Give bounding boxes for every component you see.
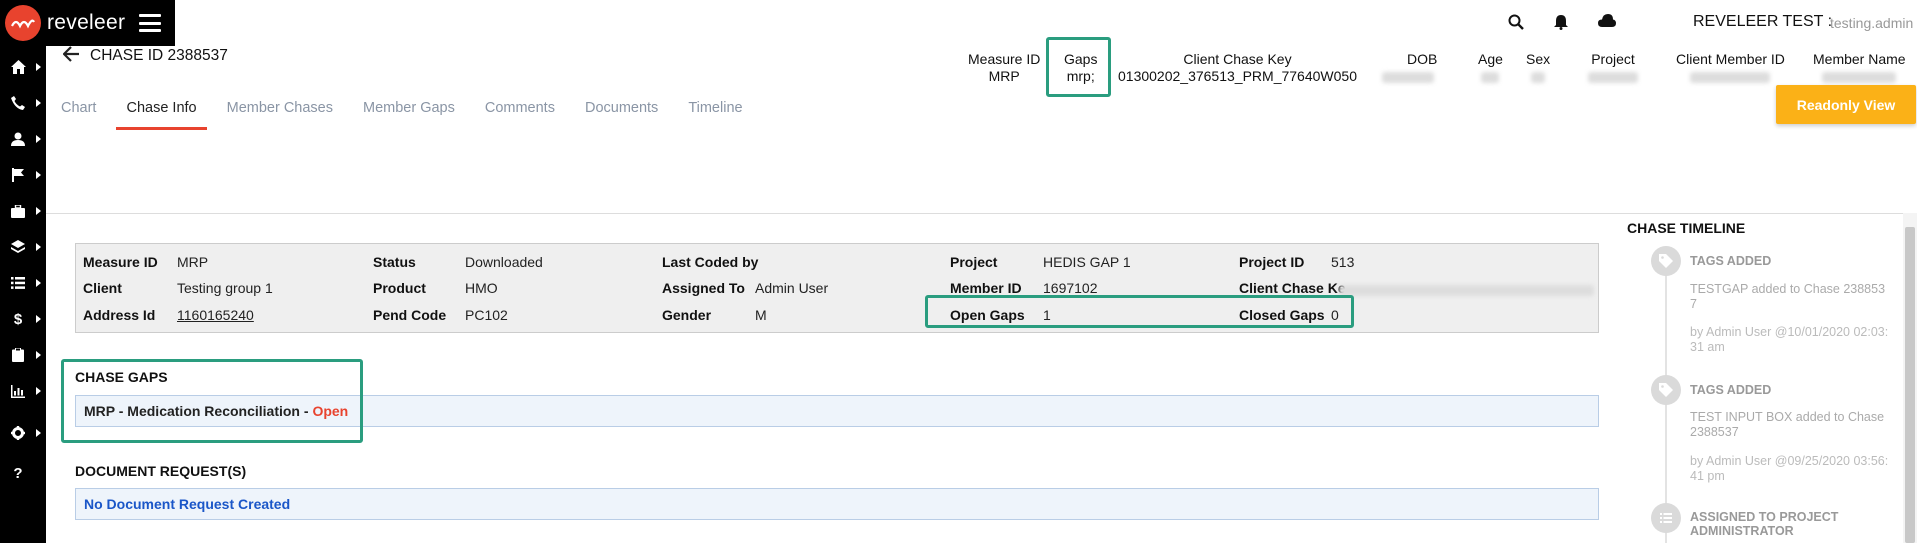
readonly-view-button[interactable]: Readonly View bbox=[1776, 85, 1916, 124]
tag-icon bbox=[1651, 375, 1681, 405]
gear-icon bbox=[0, 426, 36, 440]
search-icon[interactable] bbox=[1508, 14, 1526, 32]
nav-settings[interactable] bbox=[0, 418, 46, 448]
nav-list[interactable] bbox=[0, 268, 46, 298]
hdr-gaps: Gaps mrp; bbox=[1064, 51, 1098, 84]
hamburger-menu-icon[interactable] bbox=[139, 14, 162, 32]
chase-tabs: Chart Chase Info Member Chases Member Ga… bbox=[61, 100, 773, 130]
nav-clipboard[interactable] bbox=[0, 340, 46, 370]
hdr-client-chase-key: Client Chase Key 01300202_376513_PRM_7764… bbox=[1118, 51, 1357, 84]
nav-reports[interactable] bbox=[0, 376, 46, 406]
timeline-item-head: TAGS ADDED bbox=[1690, 383, 1772, 397]
chase-gap-row: MRP - Medication Reconciliation - Open bbox=[75, 395, 1599, 427]
timeline-item-by: by Admin User @09/25/2020 03:56:41 pm bbox=[1690, 454, 1889, 483]
hdr-dob: DOB bbox=[1379, 51, 1437, 84]
tab-timeline[interactable]: Timeline bbox=[688, 100, 742, 130]
home-icon bbox=[0, 60, 36, 74]
briefcase-icon bbox=[0, 204, 36, 218]
nav-help[interactable]: ? bbox=[0, 458, 46, 488]
nav-users[interactable] bbox=[0, 124, 46, 154]
user-name: REVELEER TEST : bbox=[1693, 13, 1833, 30]
user-login[interactable]: testing.admin bbox=[1830, 15, 1913, 31]
list-icon bbox=[0, 277, 36, 289]
nav-home[interactable] bbox=[0, 52, 46, 82]
hdr-member-name: Member Name bbox=[1813, 51, 1906, 84]
bell-icon[interactable] bbox=[1554, 14, 1572, 32]
nav-layers[interactable] bbox=[0, 232, 46, 262]
tab-comments[interactable]: Comments bbox=[485, 100, 555, 130]
phone-icon bbox=[0, 96, 36, 110]
gap-text: MRP - Medication Reconciliation - bbox=[84, 403, 313, 419]
dollar-icon: $ bbox=[13, 310, 23, 328]
cloud-icon[interactable] bbox=[1598, 14, 1616, 32]
tab-documents[interactable]: Documents bbox=[585, 100, 658, 130]
top-bar: REVELEER TEST : testing.admin bbox=[46, 0, 1917, 46]
tab-member-chases[interactable]: Member Chases bbox=[227, 100, 333, 130]
address-id-link[interactable]: 1160165240 bbox=[177, 307, 254, 323]
hdr-sex: Sex bbox=[1526, 51, 1550, 84]
document-requests-title: DOCUMENT REQUEST(S) bbox=[75, 463, 247, 479]
logo-bar: reveleer bbox=[0, 0, 175, 46]
clipboard-icon bbox=[0, 348, 36, 362]
back-arrow-icon[interactable] bbox=[62, 45, 79, 68]
layers-icon bbox=[0, 240, 36, 254]
chase-gaps-title: CHASE GAPS bbox=[75, 369, 168, 385]
nav-briefcase[interactable] bbox=[0, 196, 46, 226]
document-request-text: No Document Request Created bbox=[84, 496, 291, 512]
flag-icon bbox=[0, 168, 36, 182]
hdr-client-member-id: Client Member ID bbox=[1676, 51, 1785, 84]
tab-chart[interactable]: Chart bbox=[61, 100, 96, 130]
list-icon bbox=[1651, 503, 1681, 533]
timeline-scrollbar[interactable] bbox=[1903, 213, 1917, 543]
timeline-item-by: by Admin User @10/01/2020 02:03:31 am bbox=[1690, 325, 1889, 354]
help-icon: ? bbox=[13, 464, 23, 482]
hdr-age: Age bbox=[1478, 51, 1503, 84]
user-icon bbox=[0, 132, 36, 146]
chase-timeline-title: CHASE TIMELINE bbox=[1627, 220, 1746, 236]
reveleer-logo-icon bbox=[5, 5, 41, 41]
hdr-project: Project bbox=[1588, 51, 1638, 84]
logo-text: reveleer bbox=[47, 11, 126, 34]
chart-icon bbox=[0, 384, 36, 398]
page-title: CHASE ID 2388537 bbox=[90, 47, 228, 64]
chase-info-panel: Measure ID MRP Status Downloaded Last Code… bbox=[75, 243, 1599, 333]
nav-flags[interactable] bbox=[0, 160, 46, 190]
tag-icon bbox=[1651, 246, 1681, 276]
nav-billing[interactable]: $ bbox=[0, 304, 46, 334]
gap-status: Open bbox=[312, 403, 349, 419]
tab-member-gaps[interactable]: Member Gaps bbox=[363, 100, 455, 130]
scroll-thumb[interactable] bbox=[1905, 227, 1915, 543]
timeline-item-body: TESTGAP added to Chase 2388537 bbox=[1690, 282, 1886, 311]
divider bbox=[46, 213, 1917, 214]
nav-phone[interactable] bbox=[0, 88, 46, 118]
document-request-row: No Document Request Created bbox=[75, 488, 1599, 520]
timeline-item-body: TEST INPUT BOX added to Chase 2388537 bbox=[1690, 410, 1885, 439]
tab-chase-info[interactable]: Chase Info bbox=[116, 100, 207, 130]
hdr-measure-id: Measure ID MRP bbox=[968, 51, 1041, 84]
timeline-item-head: TAGS ADDED bbox=[1690, 254, 1772, 268]
timeline-item-head: ASSIGNED TO PROJECT ADMINISTRATOR bbox=[1690, 510, 1839, 538]
